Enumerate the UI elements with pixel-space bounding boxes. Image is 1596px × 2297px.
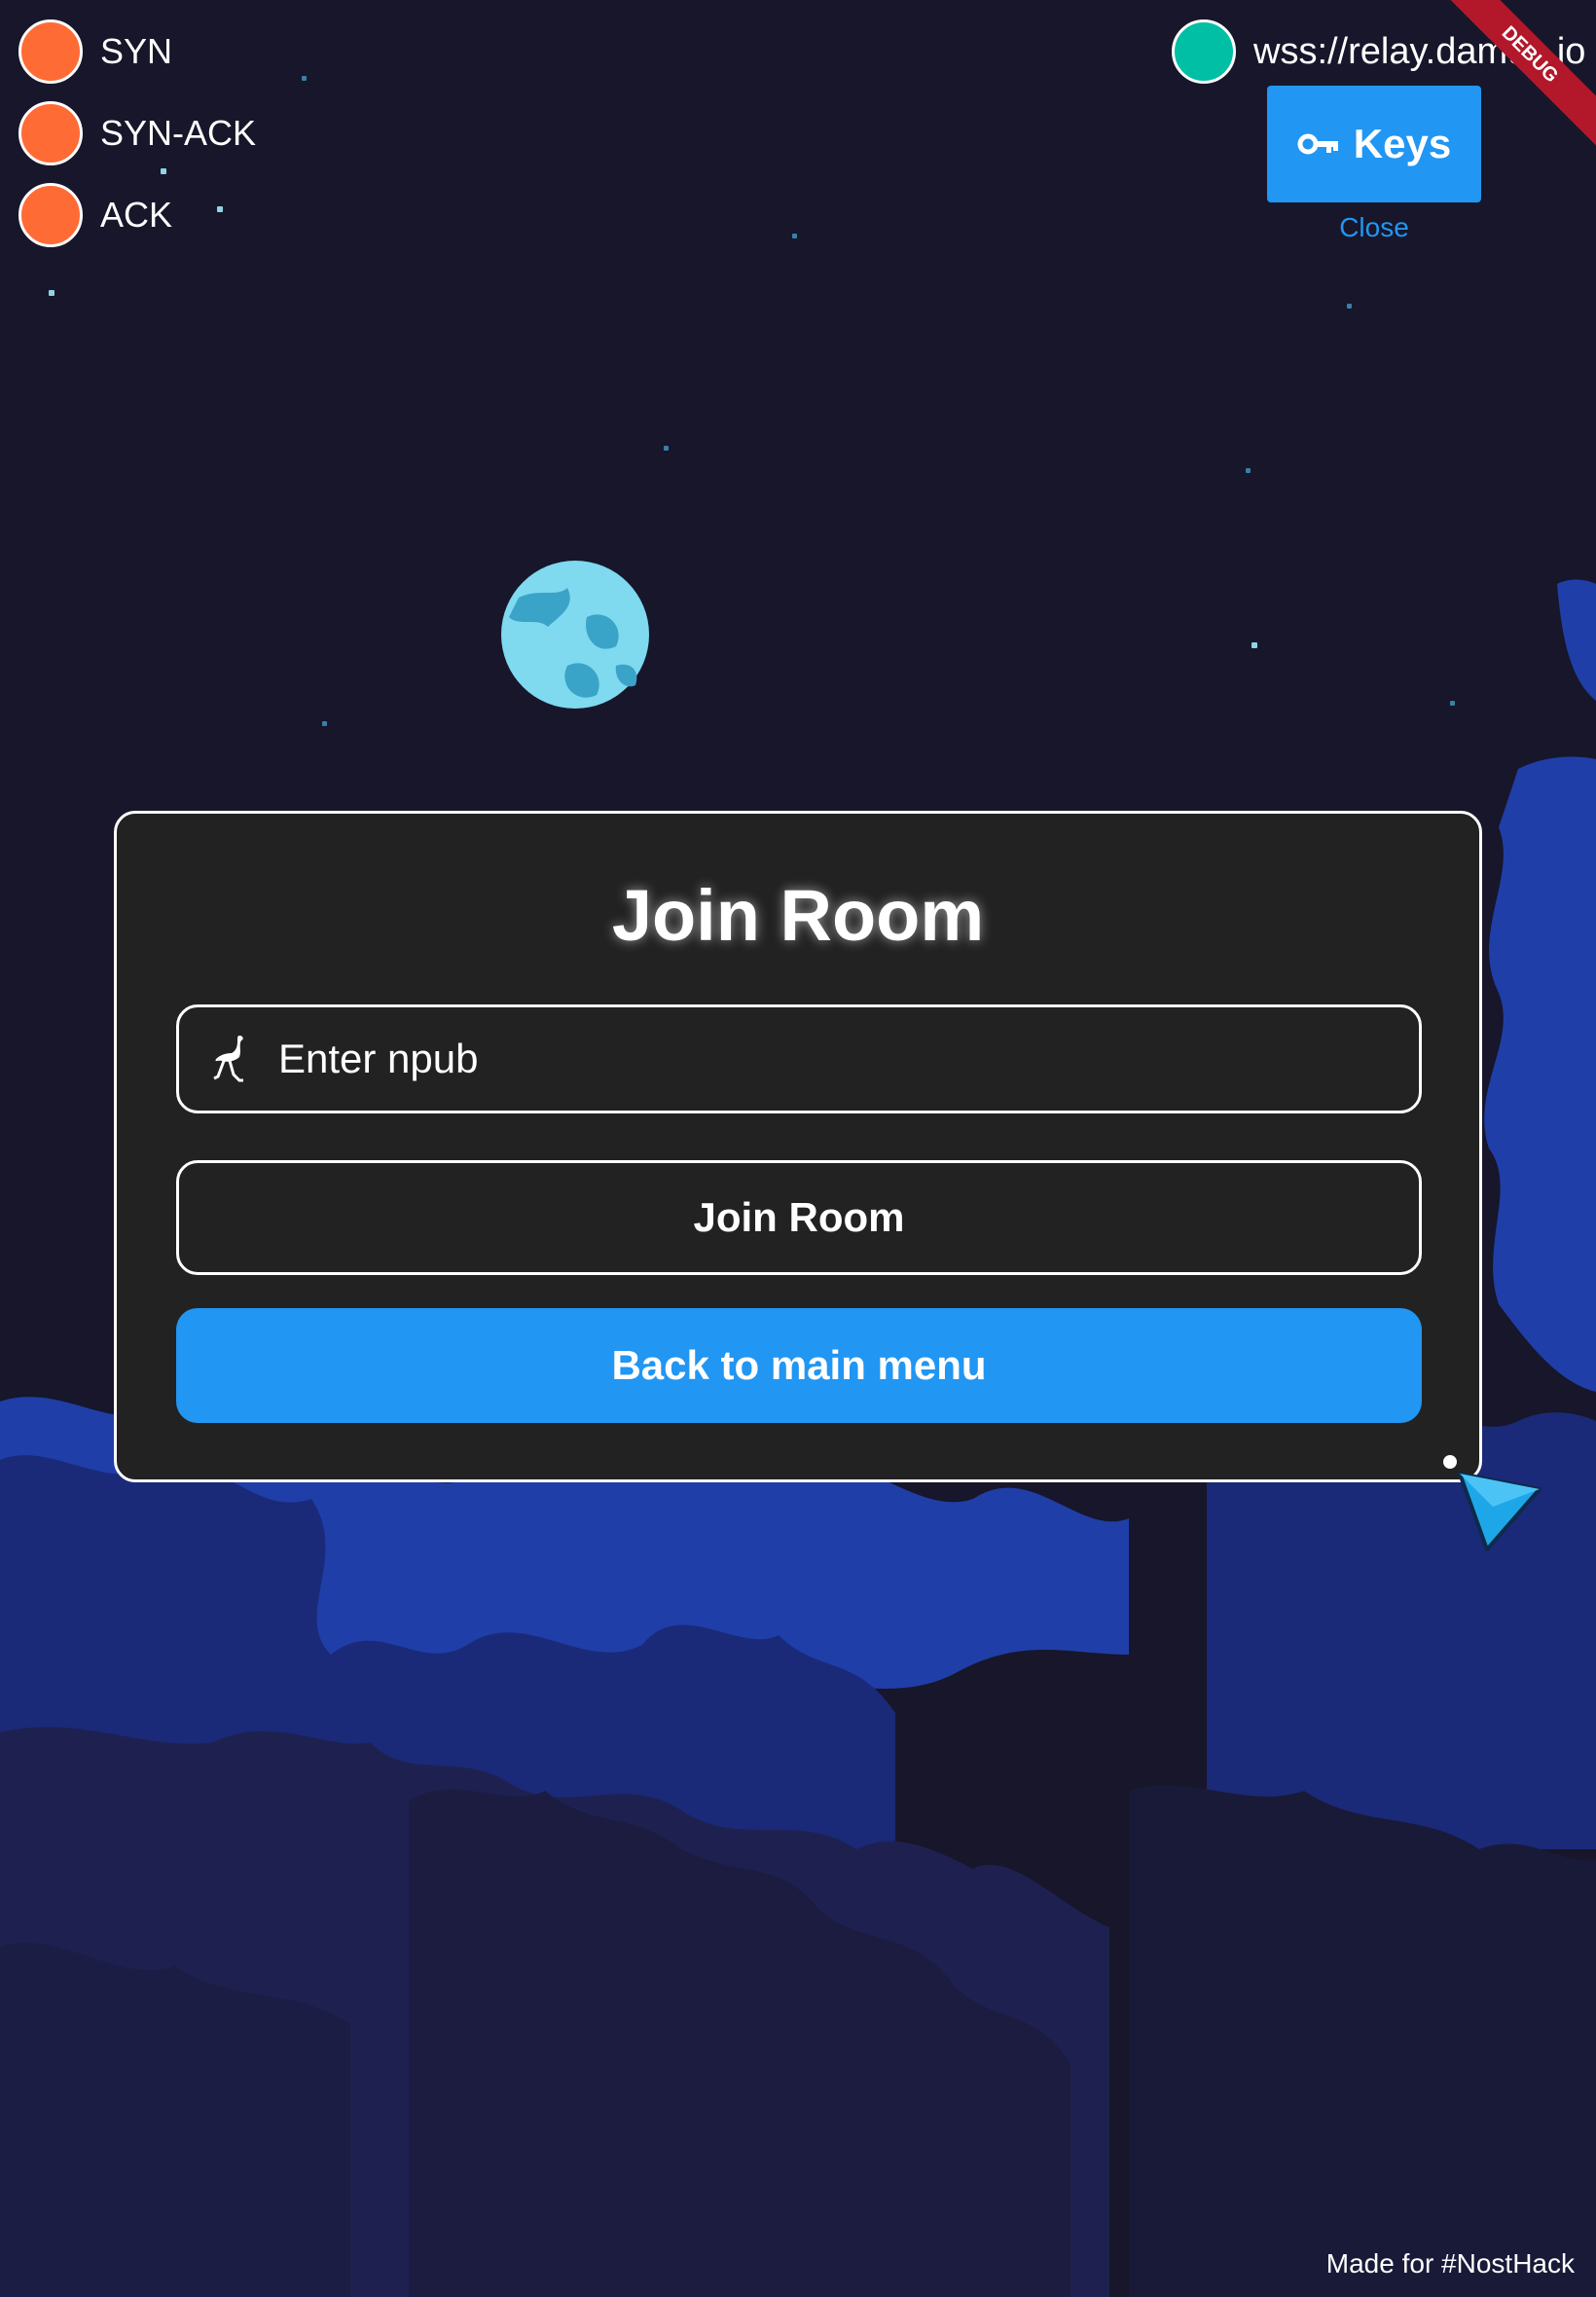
status-label-ack: ACK	[100, 195, 173, 235]
status-label-syn: SYN	[100, 31, 173, 71]
close-link[interactable]: Close	[1267, 212, 1481, 243]
pointer-cursor-icon	[1443, 1455, 1542, 1551]
status-syn: SYN	[18, 19, 172, 84]
planet-image	[501, 561, 649, 709]
join-room-button[interactable]: Join Room	[176, 1160, 1422, 1275]
back-to-main-menu-button[interactable]: Back to main menu	[176, 1308, 1422, 1423]
status-ack: ACK	[18, 183, 172, 247]
status-dot-syn	[18, 19, 83, 84]
npub-input[interactable]	[276, 1035, 1419, 1083]
relay-status-dot	[1172, 19, 1236, 84]
status-dot-syn-ack	[18, 101, 83, 165]
status-syn-ack: SYN-ACK	[18, 101, 256, 165]
join-room-dialog: Join Room Join Room Back to main menu	[114, 811, 1482, 1482]
dialog-title: Join Room	[611, 875, 985, 956]
status-dot-ack	[18, 183, 83, 247]
footer-credit: Made for #NostHack	[1325, 2248, 1575, 2279]
key-icon	[1297, 133, 1338, 155]
keys-button[interactable]: Keys	[1267, 86, 1481, 202]
keys-button-label: Keys	[1353, 121, 1452, 166]
npub-field[interactable]	[176, 1004, 1422, 1113]
ostrich-icon	[213, 1036, 243, 1082]
status-label-syn-ack: SYN-ACK	[100, 113, 257, 153]
